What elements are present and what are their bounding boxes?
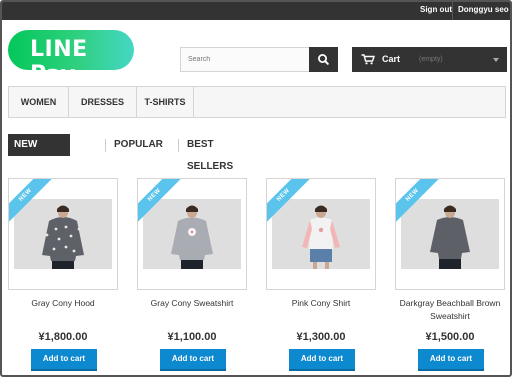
- product-image[interactable]: [14, 199, 112, 269]
- product-name[interactable]: Gray Cony Sweatshirt: [129, 297, 255, 310]
- cart-status: (empty): [419, 56, 443, 63]
- shopping-cart-icon: [361, 54, 375, 65]
- product-price: ¥1,100.00: [167, 331, 217, 343]
- product-price: ¥1,300.00: [296, 331, 346, 343]
- topbar-divider: [452, 2, 453, 20]
- product-name[interactable]: Pink Cony Shirt: [258, 297, 384, 310]
- search-icon: [317, 54, 329, 65]
- main-menu: WOMEN DRESSES T-SHIRTS: [8, 86, 506, 118]
- search-input[interactable]: [181, 48, 309, 71]
- product-card[interactable]: NEW: [8, 178, 118, 290]
- product-card[interactable]: NEW: [137, 178, 247, 290]
- product-name[interactable]: Darkgray Beachball Brown Sweatshirt: [387, 297, 510, 323]
- logo-text: LINE Pay: [30, 37, 88, 87]
- product-card[interactable]: NEW: [266, 178, 376, 290]
- browser-frame: Sign out Donggyu seo LINE Pay Cart (empt…: [0, 0, 512, 377]
- product-image[interactable]: [143, 199, 241, 269]
- add-to-cart-button[interactable]: Add to cart: [289, 349, 355, 371]
- sign-out-link[interactable]: Sign out: [420, 5, 452, 14]
- product-price: ¥1,800.00: [38, 331, 88, 343]
- product-name[interactable]: Gray Cony Hood: [2, 297, 126, 310]
- add-to-cart-button[interactable]: Add to cart: [31, 349, 97, 371]
- tab-divider: [105, 139, 106, 152]
- menu-item-women[interactable]: WOMEN: [9, 87, 69, 117]
- tab-best-sellers[interactable]: BEST SELLERS: [187, 134, 233, 172]
- tab-divider: [178, 139, 179, 152]
- product-image[interactable]: [401, 199, 499, 269]
- menu-item-t-shirts[interactable]: T-SHIRTS: [137, 87, 194, 117]
- product-price: ¥1,500.00: [425, 331, 475, 343]
- tab-new-arrivals[interactable]: NEW ARRIVALS: [8, 134, 71, 172]
- search-box: [180, 47, 338, 72]
- search-button[interactable]: [309, 47, 338, 72]
- menu-item-dresses[interactable]: DRESSES: [69, 87, 137, 117]
- product-image[interactable]: [272, 199, 370, 269]
- line-pay-logo[interactable]: LINE Pay: [8, 30, 134, 87]
- user-account-link[interactable]: Donggyu seo: [458, 5, 509, 14]
- product-card[interactable]: NEW: [395, 178, 505, 290]
- top-bar: Sign out Donggyu seo: [2, 2, 510, 20]
- add-to-cart-button[interactable]: Add to cart: [418, 349, 484, 371]
- cart-label: Cart: [382, 54, 401, 64]
- add-to-cart-button[interactable]: Add to cart: [160, 349, 226, 371]
- chevron-down-icon: [493, 58, 499, 62]
- tab-popular[interactable]: POPULAR: [114, 134, 163, 156]
- cart-block[interactable]: Cart (empty): [352, 47, 507, 72]
